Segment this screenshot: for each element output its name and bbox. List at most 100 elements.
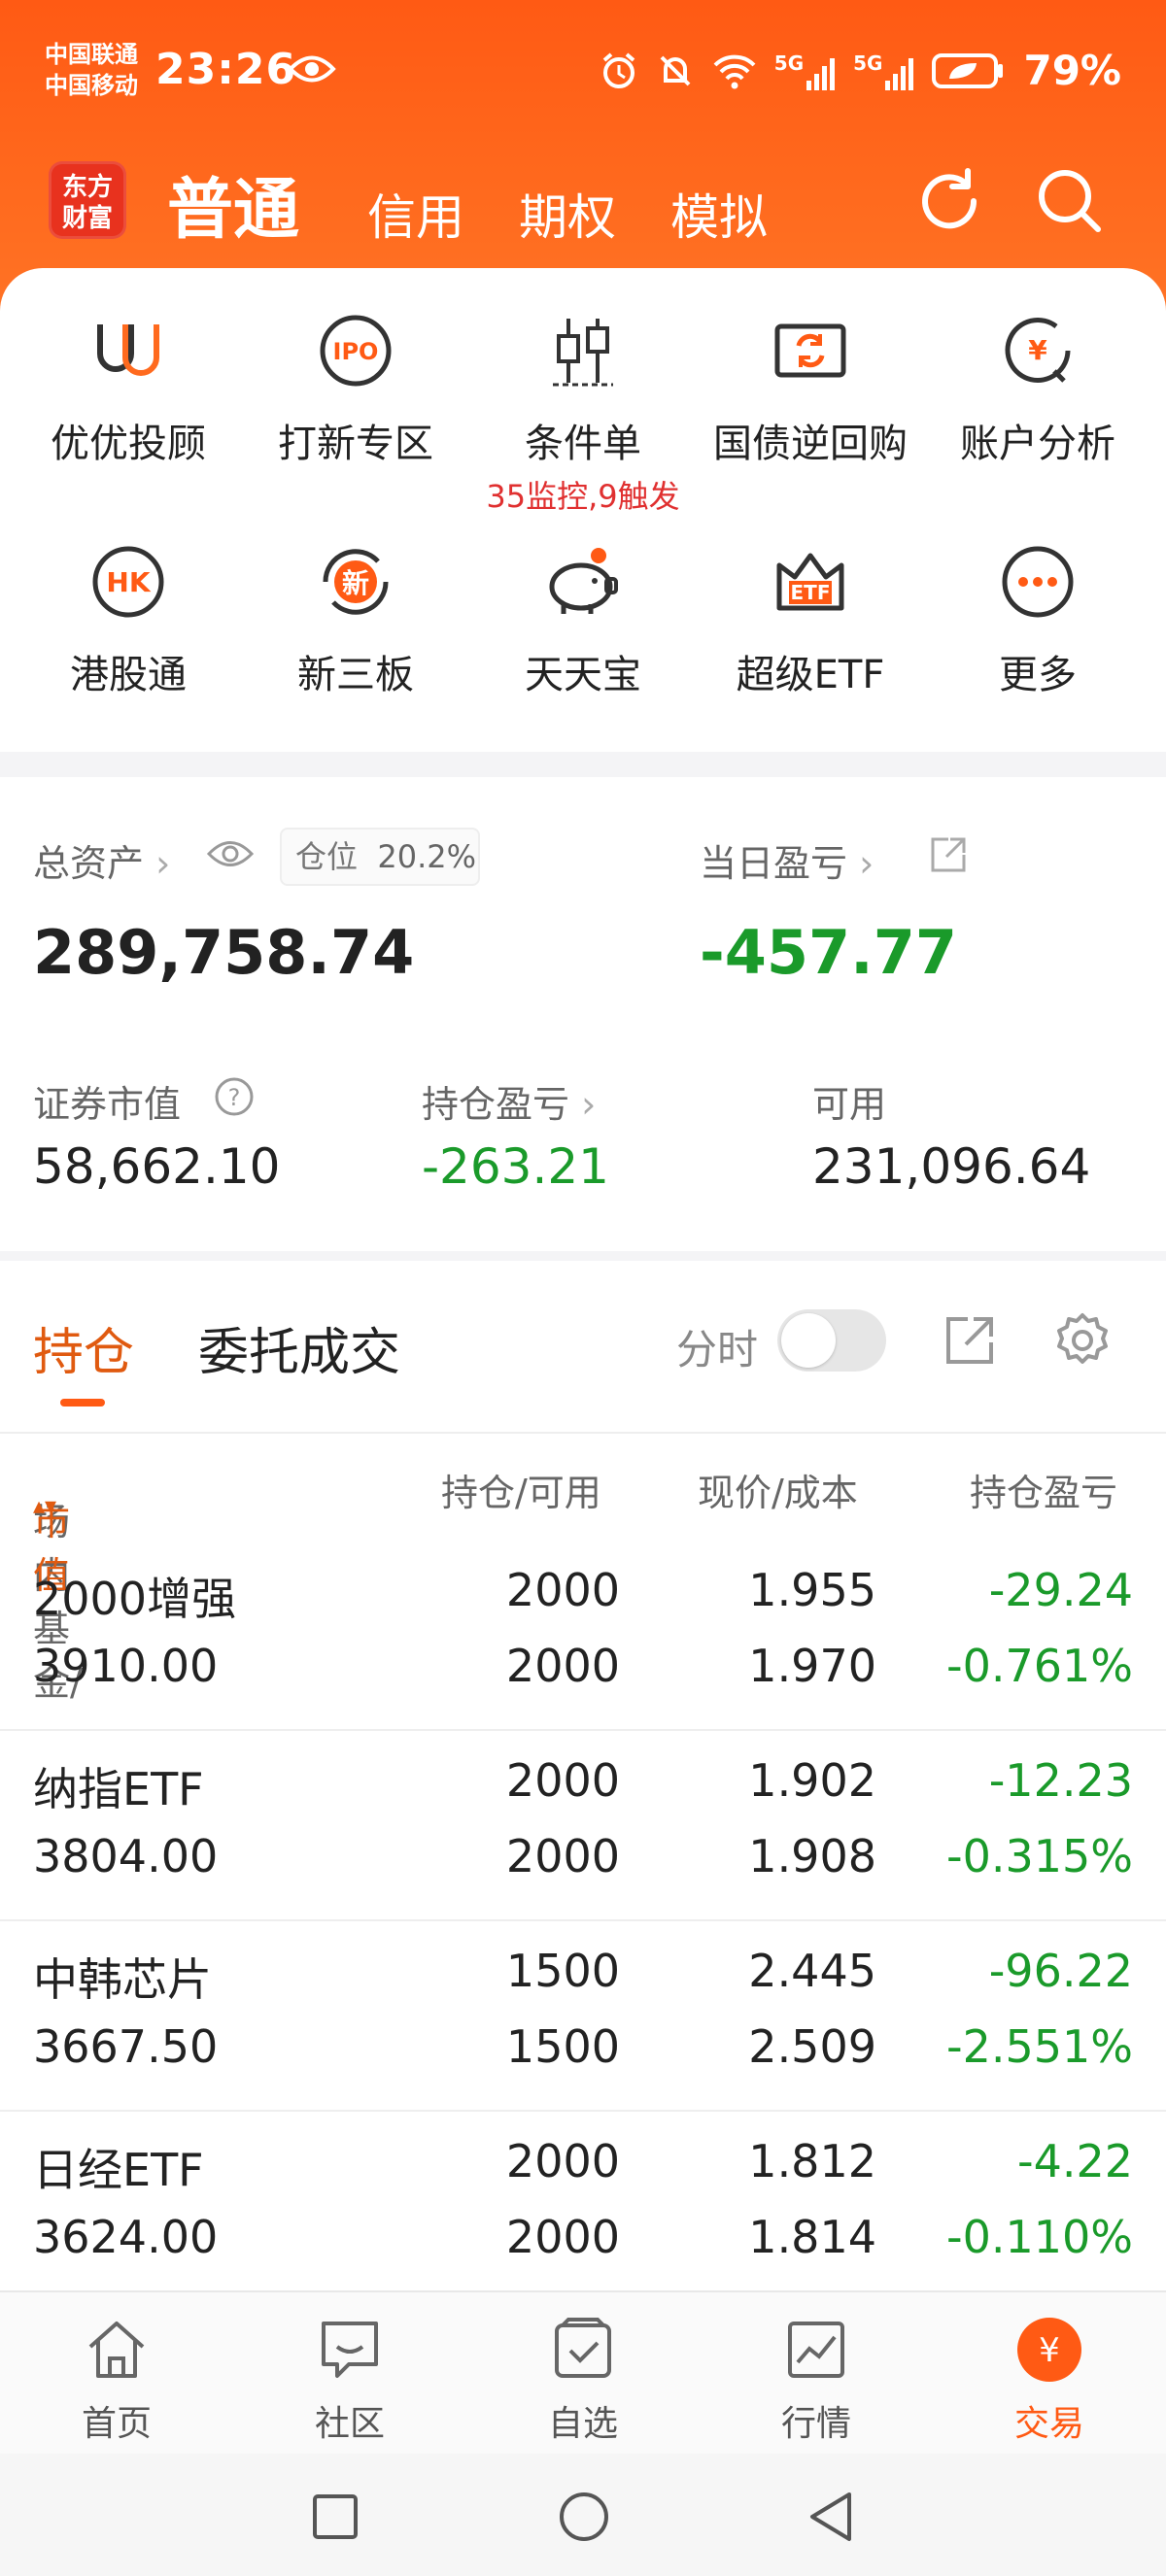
bond-repo-icon: [774, 323, 846, 378]
nav-trade[interactable]: ¥ 交易: [972, 2316, 1127, 2446]
tab-positions[interactable]: 持仓: [33, 1311, 134, 1384]
shortcut-new-third-board[interactable]: 新 新三板: [239, 538, 472, 699]
total-assets-value: 289,758.74: [33, 917, 415, 988]
hk-icon: HK: [92, 546, 164, 618]
market-icon: [788, 2322, 844, 2378]
eye-icon[interactable]: [206, 837, 255, 870]
nav-home[interactable]: 首页: [39, 2316, 194, 2446]
app-logo: 东方 财富: [49, 161, 126, 239]
share-icon[interactable]: [943, 1313, 997, 1368]
tab-simulation[interactable]: 模拟: [670, 179, 768, 249]
signal-2: 5G: [853, 51, 914, 90]
sort-arrows-icon: ▴▾: [33, 1492, 57, 1519]
svg-text:新: 新: [342, 567, 369, 599]
carrier-info: 中国联通 中国移动: [45, 39, 138, 101]
shortcut-bond-repo[interactable]: 国债逆回购: [694, 307, 927, 468]
external-link-icon[interactable]: [929, 835, 968, 874]
available-label: 可用: [812, 1083, 887, 1126]
svg-text:?: ?: [228, 1084, 241, 1111]
help-icon[interactable]: ?: [214, 1076, 255, 1117]
alarm-icon: [602, 51, 635, 88]
refresh-icon[interactable]: [913, 165, 985, 237]
community-icon: [322, 2322, 378, 2378]
carrier-2: 中国移动: [45, 72, 138, 99]
table-row[interactable]: 日经ETF 3624.00 2000 2000 1.812 1.814 -4.2…: [0, 2112, 1166, 2302]
available-value: 231,096.64: [812, 1138, 1091, 1195]
new-third-board-icon: 新: [323, 549, 389, 615]
candlestick-icon: [553, 319, 613, 387]
system-navigation-bar: [0, 2454, 1166, 2576]
tab-normal[interactable]: 普通: [167, 155, 299, 252]
trade-icon: ¥: [1017, 2318, 1081, 2382]
home-circle-icon[interactable]: [558, 2491, 610, 2543]
status-bar: 中国联通 中国移动 23:26 5G 5G 79%: [0, 29, 1166, 117]
svg-text:IPO: IPO: [333, 338, 379, 365]
bottom-navigation: 首页 社区 自选 行情 ¥ 交易: [0, 2290, 1166, 2454]
table-row[interactable]: 2000增强 3910.00 2000 2000 1.955 1.970 -29…: [0, 1541, 1166, 1731]
market-value: 58,662.10: [33, 1138, 281, 1195]
shortcut-advisor[interactable]: 优优投顾: [12, 307, 245, 468]
tab-options[interactable]: 期权: [519, 179, 616, 249]
system-icons: 5G 5G 79%: [600, 47, 1121, 94]
ipo-icon: IPO: [320, 315, 392, 387]
daily-pl-value: -457.77: [700, 917, 957, 988]
column-qty: 持仓/可用: [441, 1472, 601, 1514]
holdings-panel: 持仓 委托成交 分时 场内基金/市值 ▴▾ 持仓/可用 现价/成本 持仓盈亏 20…: [0, 1261, 1166, 2302]
shortcut-grid: 优优投顾 IPO 打新专区 条件单 35监控,9触发 国债逆回购 ¥ 账户分析 …: [0, 268, 1166, 752]
svg-text:¥: ¥: [1028, 334, 1047, 366]
svg-text:¥: ¥: [1039, 2331, 1060, 2370]
svg-text:ETF: ETF: [791, 581, 831, 604]
nav-market[interactable]: 行情: [738, 2316, 894, 2446]
total-assets-link[interactable]: 总资产 ›: [33, 833, 170, 887]
intraday-toggle-label: 分时: [676, 1326, 759, 1373]
holding-pl-link[interactable]: 持仓盈亏 ›: [422, 1074, 596, 1128]
battery-icon: [932, 52, 1004, 88]
signal-1: 5G: [774, 51, 836, 90]
recent-apps-icon[interactable]: [311, 2492, 360, 2541]
nav-community[interactable]: 社区: [272, 2316, 428, 2446]
chevron-right-icon: ›: [847, 842, 874, 885]
holding-pl-value: -263.21: [422, 1138, 609, 1195]
battery-percent: 79%: [1023, 47, 1121, 94]
shortcut-account-analysis[interactable]: ¥ 账户分析: [921, 307, 1154, 468]
etf-icon: ETF: [776, 553, 844, 611]
holdings-column-header: 场内基金/市值 ▴▾ 持仓/可用 现价/成本 持仓盈亏: [0, 1432, 1166, 1704]
advisor-icon: [97, 324, 159, 376]
tab-orders[interactable]: 委托成交: [198, 1311, 400, 1384]
market-value-label: 证券市值: [33, 1083, 182, 1126]
column-pl: 持仓盈亏: [970, 1472, 1118, 1514]
eye-icon: [288, 55, 336, 83]
svg-text:HK: HK: [106, 566, 151, 598]
asset-summary: 总资产 › 仓位 20.2% 289,758.74 当日盈亏 › -457.77…: [0, 777, 1166, 1251]
carrier-1: 中国联通: [45, 41, 138, 68]
toggle-knob: [781, 1313, 836, 1368]
nav-watchlist[interactable]: 自选: [505, 2316, 661, 2446]
home-icon: [88, 2322, 145, 2378]
active-tab-indicator: [60, 1399, 105, 1407]
daily-pl-link[interactable]: 当日盈亏 ›: [700, 833, 874, 887]
shortcut-tiantianbao[interactable]: 天天宝: [466, 538, 700, 699]
table-row[interactable]: 中韩芯片 3667.50 1500 1500 2.445 2.509 -96.2…: [0, 1921, 1166, 2112]
signal-bars-icon: [885, 57, 914, 90]
shortcut-more[interactable]: 更多: [921, 538, 1154, 699]
shortcut-super-etf[interactable]: ETF 超级ETF: [694, 538, 927, 699]
chevron-right-icon: ›: [569, 1083, 597, 1126]
signal-bars-icon: [806, 57, 836, 90]
piggy-bank-icon: [549, 548, 618, 614]
account-analysis-icon: ¥: [1005, 318, 1071, 383]
back-icon[interactable]: [806, 2491, 855, 2543]
tab-credit[interactable]: 信用: [367, 179, 464, 249]
status-time: 23:26: [155, 45, 297, 94]
intraday-toggle[interactable]: [777, 1309, 886, 1372]
mute-bell-icon: [660, 55, 691, 85]
account-type-tabs: 东方 财富 普通 信用 期权 模拟: [0, 146, 1166, 253]
shortcut-conditional-order[interactable]: 条件单 35监控,9触发: [466, 307, 700, 517]
search-icon[interactable]: [1034, 165, 1106, 237]
table-row[interactable]: 纳指ETF 3804.00 2000 2000 1.902 1.908 -12.…: [0, 1731, 1166, 1921]
shortcut-ipo[interactable]: IPO 打新专区: [239, 307, 472, 468]
column-price: 现价/成本: [698, 1472, 858, 1514]
shortcut-hk-connect[interactable]: HK 港股通: [12, 538, 245, 699]
watchlist-icon: [555, 2318, 611, 2378]
chevron-right-icon: ›: [144, 842, 171, 885]
settings-gear-icon[interactable]: [1053, 1311, 1112, 1370]
